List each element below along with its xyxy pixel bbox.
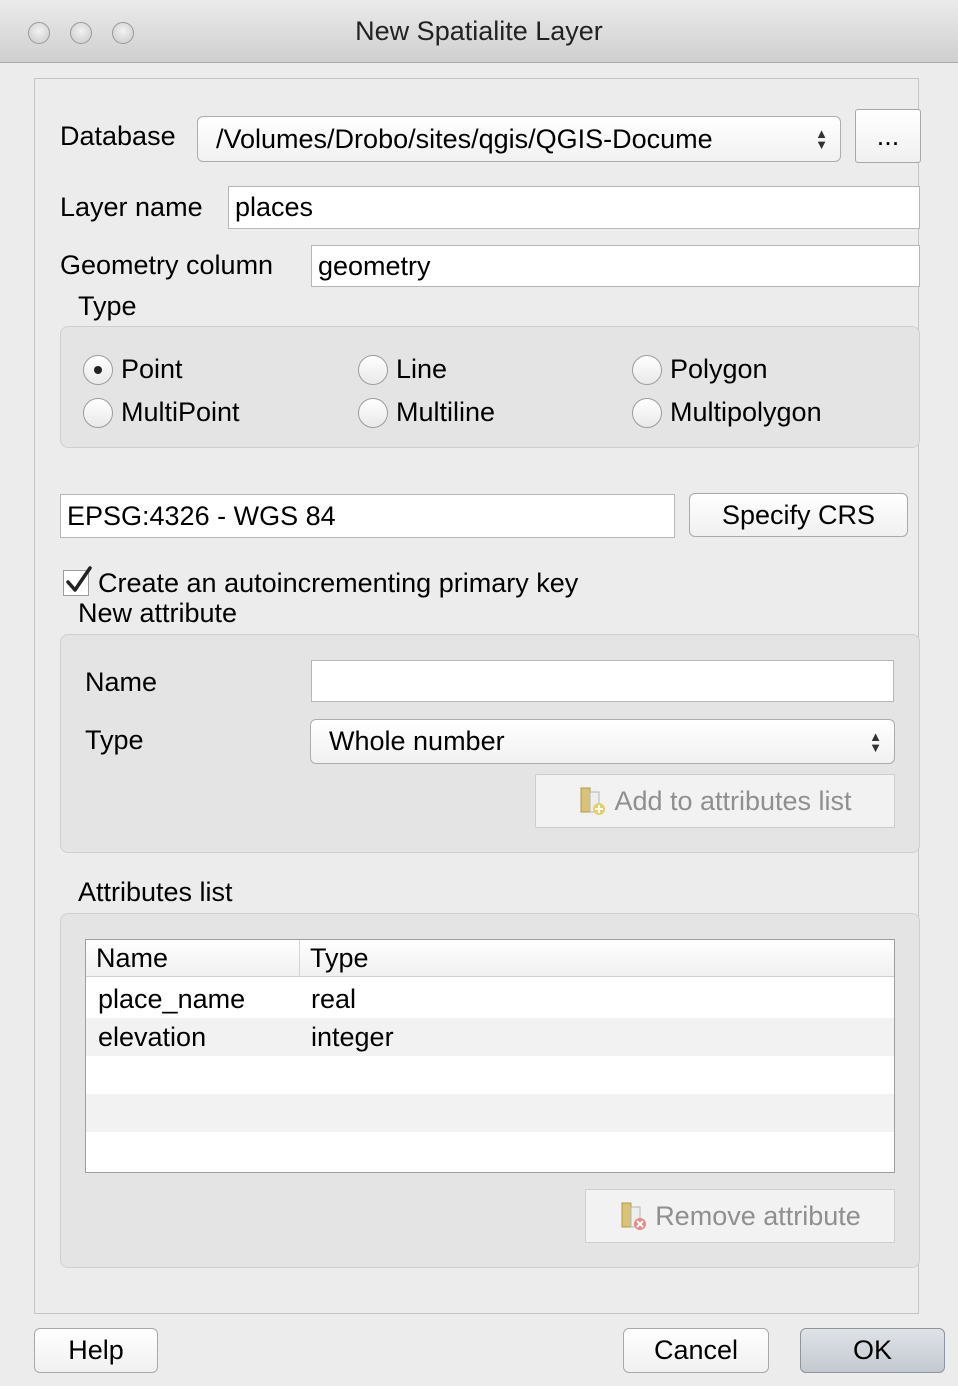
type-group-title: Type — [78, 291, 137, 321]
add-attribute-icon — [580, 787, 606, 815]
empty-row — [86, 1132, 894, 1172]
new-spatialite-layer-dialog: New Spatialite Layer Database /Volumes/D… — [0, 0, 958, 1386]
column-header-type[interactable]: Type — [300, 940, 896, 976]
radio-polygon-label: Polygon — [670, 354, 768, 384]
browse-database-button[interactable]: ... — [855, 109, 921, 163]
cell-name: place_name — [98, 983, 246, 1014]
radio-unselected-icon — [83, 397, 113, 428]
radio-polygon[interactable]: Polygon — [632, 354, 768, 385]
layer-name-input[interactable]: places — [228, 186, 920, 229]
cancel-button[interactable]: Cancel — [623, 1328, 769, 1373]
specify-crs-button[interactable]: Specify CRS — [689, 493, 908, 537]
remove-attribute-button[interactable]: Remove attribute — [585, 1189, 895, 1243]
empty-row — [86, 1056, 894, 1094]
radio-unselected-icon — [358, 354, 388, 385]
database-label: Database — [60, 121, 176, 151]
radio-point[interactable]: Point — [83, 354, 183, 385]
geometry-column-label: Geometry column — [60, 250, 274, 280]
radio-unselected-icon — [358, 397, 388, 428]
add-to-attributes-list-button[interactable]: Add to attributes list — [535, 774, 895, 828]
attribute-name-label: Name — [85, 667, 158, 697]
add-to-attributes-list-label: Add to attributes list — [614, 785, 852, 816]
updown-arrows-icon: ▲ ▼ — [869, 728, 882, 755]
remove-attribute-icon — [621, 1202, 647, 1230]
attribute-name-input[interactable] — [311, 660, 894, 702]
radio-multiline[interactable]: Multiline — [358, 397, 495, 428]
empty-row — [86, 1094, 894, 1132]
geometry-column-input[interactable]: geometry — [311, 245, 920, 287]
checkmark-icon — [66, 566, 92, 592]
ok-button[interactable]: OK — [800, 1328, 945, 1373]
radio-multiline-label: Multiline — [396, 397, 496, 427]
column-header-name[interactable]: Name — [86, 940, 300, 976]
radio-unselected-icon — [632, 397, 662, 428]
primary-key-checkbox[interactable] — [63, 566, 92, 596]
layer-name-label: Layer name — [60, 192, 203, 222]
cell-type: integer — [311, 1021, 394, 1052]
table-row[interactable]: elevation integer — [86, 1018, 894, 1056]
cell-type: real — [311, 983, 357, 1014]
table-row[interactable]: place_name real — [86, 980, 894, 1018]
radio-multipolygon-label: Multipolygon — [670, 397, 822, 427]
attribute-type-select-value: Whole number — [329, 726, 505, 756]
radio-selected-icon — [83, 354, 113, 385]
attribute-type-label: Type — [85, 725, 144, 755]
radio-multipoint[interactable]: MultiPoint — [83, 397, 240, 428]
crs-display-field: EPSG:4326 - WGS 84 — [60, 494, 675, 538]
window-title: New Spatialite Layer — [355, 16, 603, 46]
cell-name: elevation — [98, 1021, 207, 1052]
new-attribute-title: New attribute — [78, 598, 238, 628]
database-select-value: /Volumes/Drobo/sites/qgis/QGIS-Docume — [216, 123, 713, 154]
radio-point-label: Point — [121, 354, 183, 384]
radio-line[interactable]: Line — [358, 354, 447, 385]
radio-line-label: Line — [396, 354, 448, 384]
radio-unselected-icon — [632, 354, 662, 385]
geometry-type-group — [60, 326, 920, 448]
radio-multipolygon[interactable]: Multipolygon — [632, 397, 822, 428]
title-bar[interactable]: New Spatialite Layer — [0, 0, 958, 63]
remove-attribute-label: Remove attribute — [655, 1200, 861, 1231]
attributes-table[interactable]: Name Type place_name real elevation inte… — [85, 939, 895, 1173]
attributes-list-title: Attributes list — [78, 877, 233, 907]
primary-key-label[interactable]: Create an autoincrementing primary key — [98, 568, 578, 599]
updown-arrows-icon: ▲ ▼ — [815, 126, 828, 152]
database-select[interactable]: /Volumes/Drobo/sites/qgis/QGIS-Docume ▲ ▼ — [197, 116, 841, 162]
help-button[interactable]: Help — [34, 1328, 158, 1373]
attribute-type-select[interactable]: Whole number ▲ ▼ — [310, 719, 895, 764]
radio-multipoint-label: MultiPoint — [121, 397, 240, 427]
